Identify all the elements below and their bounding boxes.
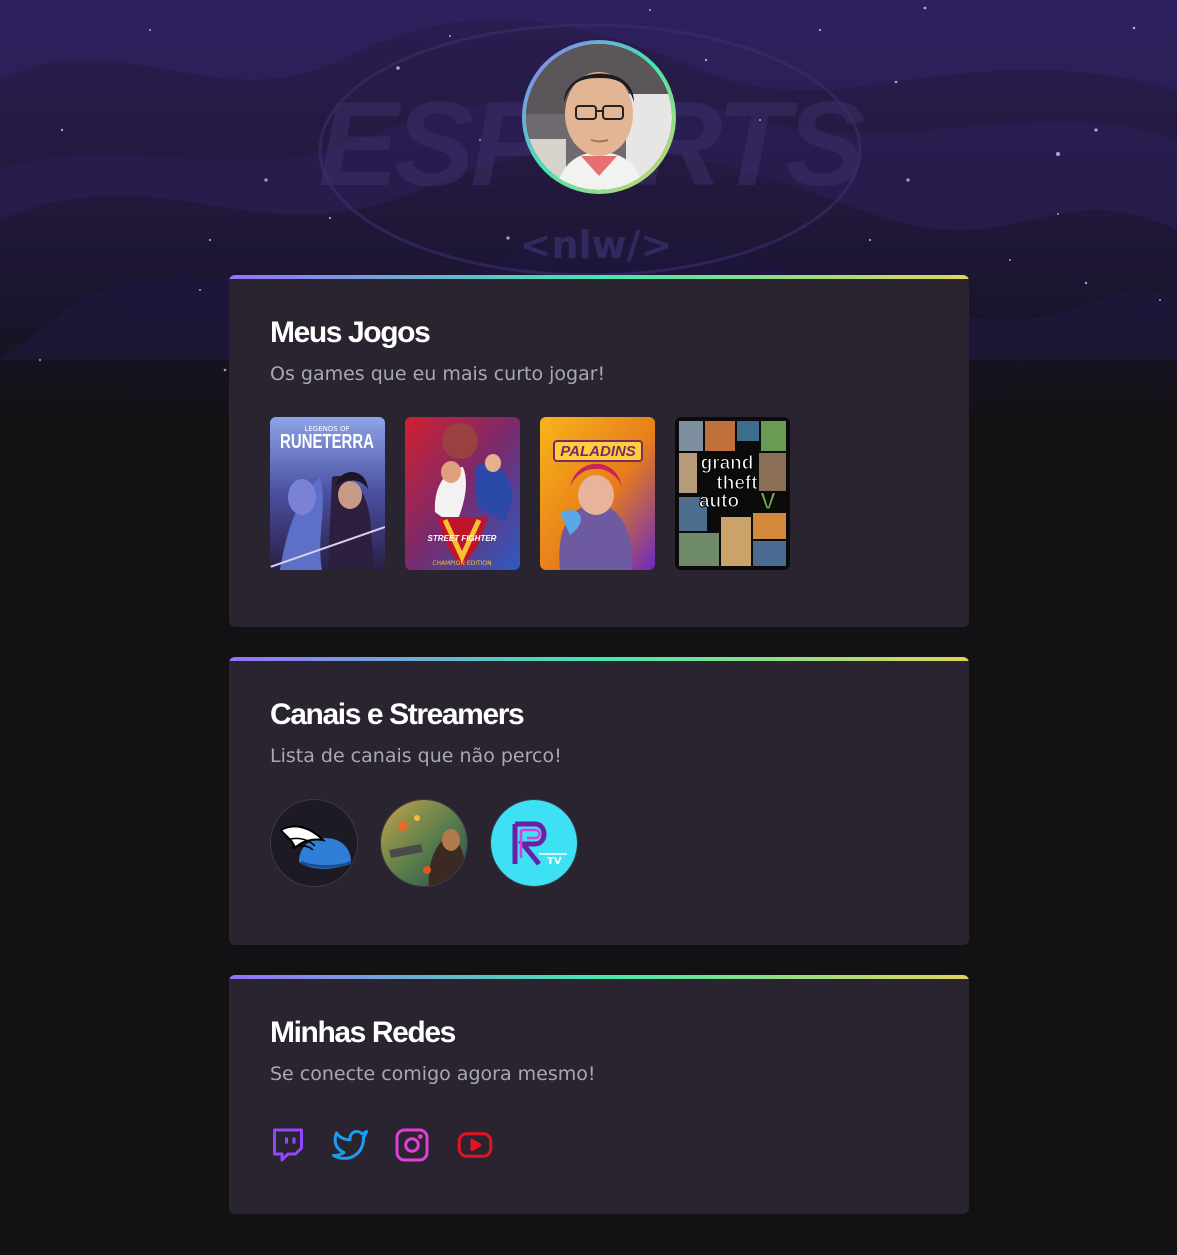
profile-avatar-ring: [522, 40, 676, 194]
game-cover-street-fighter[interactable]: STREET FIGHTER CHAMPION EDITION: [405, 417, 520, 570]
games-subtitle: Os games que eu mais curto jogar!: [270, 363, 606, 385]
runeterra-cover-icon: LEGENDS OF RUNETERRA: [270, 417, 385, 570]
winged-helmet-icon: [271, 800, 357, 886]
socials-subtitle: Se conecte comigo agora mesmo!: [270, 1063, 596, 1085]
game-cover-runeterra[interactable]: LEGENDS OF RUNETERRA: [270, 417, 385, 570]
socials-list: [270, 1127, 928, 1163]
svg-text:PALADINS: PALADINS: [560, 443, 636, 460]
streamers-list: TV: [270, 799, 928, 887]
youtube-link[interactable]: [456, 1127, 493, 1163]
streamer-avatar-2[interactable]: [380, 799, 468, 887]
twitch-icon: [273, 1128, 303, 1162]
games-section: Meus Jogos Os games que eu mais curto jo…: [229, 275, 969, 627]
youtube-icon: [457, 1132, 493, 1158]
svg-text:CHAMPION EDITION: CHAMPION EDITION: [432, 560, 491, 567]
twitch-link[interactable]: [270, 1127, 306, 1163]
game-cover-paladins[interactable]: PALADINS: [540, 417, 655, 570]
instagram-icon: [395, 1128, 429, 1162]
streamers-section: Canais e Streamers Lista de canais que n…: [229, 657, 969, 945]
paladins-cover-icon: PALADINS: [540, 417, 655, 570]
game-art-icon: [381, 800, 467, 886]
twitter-link[interactable]: [332, 1127, 368, 1163]
streamer-avatar-1[interactable]: [270, 799, 358, 887]
svg-text:TV: TV: [547, 856, 562, 867]
avatar: [526, 44, 672, 190]
gta-cover-icon: grand theft auto V: [675, 417, 790, 570]
svg-text:V: V: [760, 488, 776, 515]
svg-text:STREET FIGHTER: STREET FIGHTER: [428, 534, 497, 543]
socials-section: Minhas Redes Se conecte comigo agora mes…: [229, 975, 969, 1214]
svg-text:RUNETERRA: RUNETERRA: [280, 431, 374, 453]
socials-title: Minhas Redes: [270, 1016, 456, 1049]
games-title: Meus Jogos: [270, 316, 431, 349]
game-cover-gta[interactable]: grand theft auto V: [675, 417, 790, 570]
nlw-tag: <nlw/>: [520, 223, 673, 267]
instagram-link[interactable]: [394, 1127, 430, 1163]
twitter-icon: [332, 1130, 368, 1160]
streamers-subtitle: Lista de canais que não perco!: [270, 745, 562, 767]
streamers-title: Canais e Streamers: [270, 698, 525, 731]
rtv-logo-icon: TV: [491, 800, 577, 886]
games-list: LEGENDS OF RUNETERRA STREET FIGHTER CHAM…: [270, 417, 928, 570]
svg-text:auto: auto: [699, 491, 739, 512]
streamer-avatar-3[interactable]: TV: [490, 799, 578, 887]
street-fighter-cover-icon: STREET FIGHTER CHAMPION EDITION: [405, 417, 520, 570]
svg-text:grand: grand: [701, 453, 754, 474]
